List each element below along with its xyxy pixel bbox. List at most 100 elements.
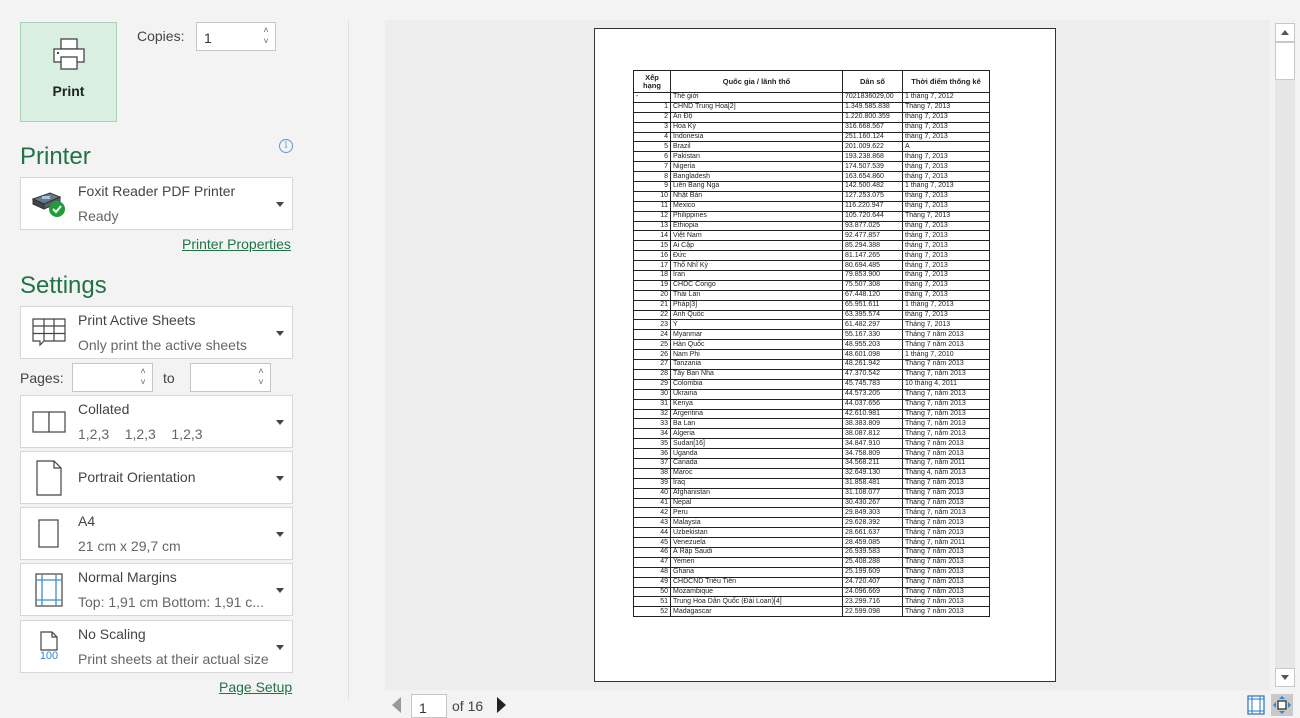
margins-icon [27,564,71,615]
row-country: Hoa Kỳ [670,121,843,133]
scaling-icon-text: 100 [39,650,59,662]
table-row: 52 Madagascar 22.599.098 Tháng 7 năm 2013 [633,606,990,618]
zoom-to-page-icon [1273,696,1291,714]
row-population: 75.507.308 [842,279,903,291]
row-date: Tháng 7 năm 2013 [902,477,990,489]
row-country: Nigeria [670,161,843,173]
row-rank: 5 [633,141,671,153]
chevron-up-icon[interactable]: ˄ [261,25,271,36]
row-date: tháng 7, 2013 [902,220,990,232]
print-button[interactable]: Print [20,22,117,122]
chevron-up-icon[interactable]: ˄ [256,366,266,377]
row-date: Tháng 4, năm 2013 [902,467,990,479]
row-population: 34.847.910 [842,438,903,450]
chevron-down-icon[interactable]: ˅ [256,377,266,388]
row-population: 23.299.716 [842,596,903,608]
row-population: 48.601.098 [842,349,903,361]
info-icon[interactable]: i [279,139,293,153]
printer-select[interactable]: Foxit Reader PDF Printer Ready [20,177,293,230]
dropdown-caret-icon [276,475,284,481]
row-population: 163.654.860 [842,171,903,183]
row-date: Tháng 7 năm 2013 [902,438,990,450]
table-row: 38 Maroc 32.649.130 Tháng 4, năm 2013 [633,467,990,479]
chevron-down-icon[interactable]: ˅ [138,377,148,388]
pages-to-input[interactable]: ˄ ˅ [190,363,271,392]
row-date: Tháng 7, năm 2013 [902,408,990,420]
scroll-down-button[interactable] [1275,668,1295,687]
row-country: Iran [670,270,843,281]
row-country: Uganda [670,448,843,459]
row-rank: 43 [633,517,671,529]
orientation-select[interactable]: Portrait Orientation [20,451,293,504]
row-rank: 39 [633,477,671,489]
row-population: 48.261.942 [842,359,903,370]
row-date: 1 tháng 7, 2013 [902,299,990,311]
page-setup-link[interactable]: Page Setup [219,679,292,695]
row-country: Myanmar [670,329,843,341]
pages-from-spinner[interactable]: ˄ ˅ [138,366,148,388]
row-population: 80.694.485 [842,260,903,272]
copies-spinner[interactable]: ˄ ˅ [261,25,271,47]
chevron-up-icon[interactable]: ˄ [138,366,148,377]
row-date: tháng 7, 2013 [902,230,990,242]
row-country: Canada [670,457,843,469]
row-country: CHND Trung Hoa[2] [670,101,843,113]
table-row: 3 Hoa Kỳ 316.668.567 tháng 7, 2013 [633,121,990,133]
row-population: 44.573.205 [842,388,903,400]
paper-size-select[interactable]: A4 21 cm x 29,7 cm [20,507,293,560]
next-page-button[interactable] [497,697,506,713]
row-rank: - [633,92,671,103]
table-row: 23 Ý 61.482.297 Tháng 7, 2013 [633,319,990,331]
row-rank: 30 [633,388,671,400]
row-date: 1 tháng 7, 2010 [902,349,990,361]
row-country: Đức [670,250,843,262]
chevron-down-icon[interactable]: ˅ [261,36,271,47]
row-date: tháng 7, 2013 [902,171,990,183]
row-country: Nam Phi [670,349,843,361]
row-country: Hàn Quốc [670,339,843,351]
table-row: 27 Tanzania 48.261.942 Tháng 7 năm 2013 [633,359,990,370]
show-margins-button[interactable] [1245,694,1267,716]
margins-select[interactable]: Normal Margins Top: 1,91 cm Bottom: 1,91… [20,563,293,616]
scaling-select[interactable]: 100 No Scaling Print sheets at their act… [20,620,293,673]
row-date: tháng 7, 2013 [902,279,990,291]
page-number-input[interactable]: 1 [411,694,447,718]
table-row: 14 Việt Nam 92.477.857 tháng 7, 2013 [633,230,990,242]
previous-page-button[interactable] [392,697,401,713]
row-population: 28.459.085 [842,537,903,548]
sheet-grid-icon [27,307,71,358]
preview-vertical-scrollbar[interactable] [1275,23,1295,687]
dropdown-caret-icon [276,419,284,425]
row-date: tháng 7, 2013 [902,131,990,143]
pages-from-input[interactable]: ˄ ˅ [72,363,153,392]
printer-properties-link[interactable]: Printer Properties [182,236,291,252]
row-date: tháng 7, 2013 [902,270,990,281]
row-country: Pakistan [670,151,843,163]
row-date: Tháng 7, 2013 [902,210,990,222]
table-row: 36 Uganda 34.758.809 Tháng 7 năm 2013 [633,448,990,459]
row-population: 67.448.120 [842,289,903,301]
row-country: Ai Cập [670,240,843,252]
row-date: Tháng 7, năm 2013 [902,368,990,380]
printer-status: Ready [78,208,119,224]
row-rank: 19 [633,279,671,291]
table-row: 45 Venezuela 28.459.085 Tháng 7, năm 2011 [633,537,990,548]
scroll-thumb[interactable] [1275,42,1295,80]
row-country: Thái Lan [670,289,843,301]
header-population: Dân số [842,70,903,93]
scroll-up-button[interactable] [1275,23,1295,42]
row-rank: 32 [633,408,671,420]
row-rank: 45 [633,537,671,548]
row-rank: 11 [633,200,671,212]
zoom-to-page-button[interactable] [1271,694,1293,716]
copies-input[interactable]: 1 ˄ ˅ [196,22,276,51]
pages-to-spinner[interactable]: ˄ ˅ [256,366,266,388]
table-row: 10 Nhật Bản 127.253.075 tháng 7, 2013 [633,190,990,202]
row-rank: 50 [633,586,671,598]
row-date: Tháng 7, năm 2013 [902,398,990,410]
print-what-select[interactable]: Print Active Sheets Only print the activ… [20,306,293,359]
row-date: Tháng 7 năm 2013 [902,359,990,370]
row-rank: 15 [633,240,671,252]
collation-select[interactable]: Collated 1,2,3 1,2,3 1,2,3 [20,395,293,448]
row-date: Tháng 7, 2013 [902,319,990,331]
